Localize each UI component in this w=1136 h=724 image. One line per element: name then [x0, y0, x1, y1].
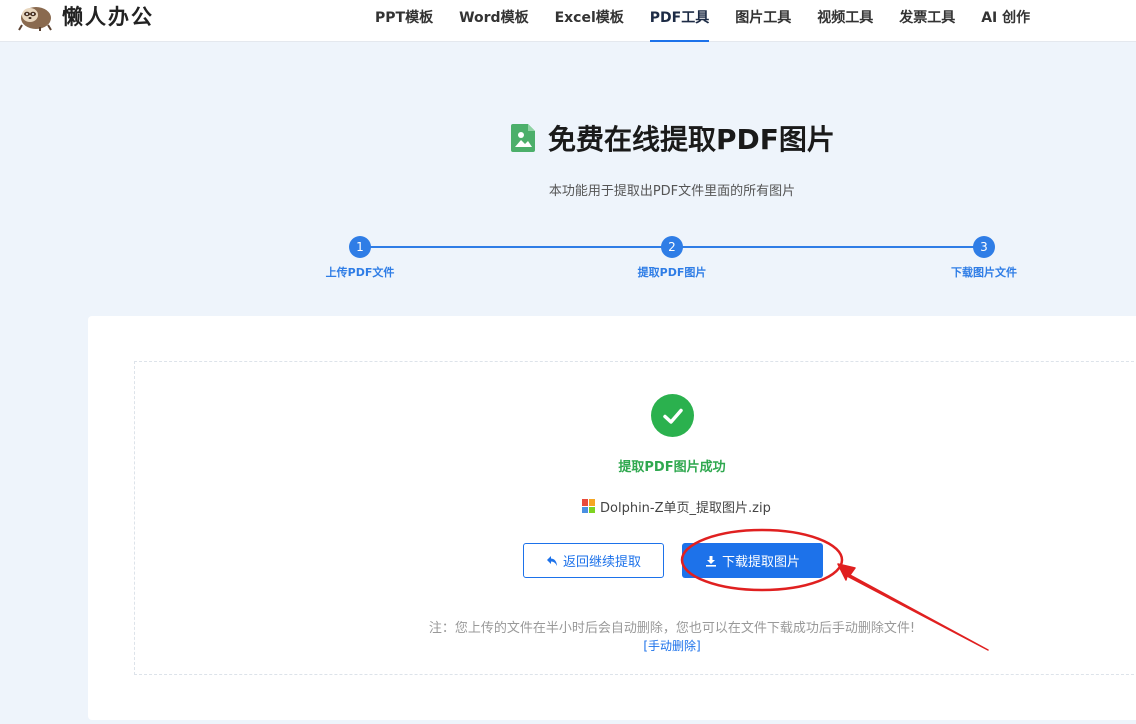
nav-word-templates[interactable]: Word模板 [446, 0, 542, 42]
sloth-logo-icon [18, 7, 52, 31]
image-document-icon [511, 124, 535, 152]
result-file: Dolphin-Z单页_提取图片.zip [582, 497, 771, 516]
step-2-label: 提取PDF图片 [637, 266, 707, 279]
download-images-label: 下载提取图片 [721, 555, 800, 570]
nav-image-tools[interactable]: 图片工具 [722, 0, 804, 42]
step-3-dot: 3 [973, 236, 995, 258]
main-nav: PPT模板 Word模板 Excel模板 PDF工具 图片工具 视频工具 发票工… [362, 0, 1043, 42]
step-1-dot: 1 [349, 236, 371, 258]
page-subtitle: 本功能用于提取出PDF文件里面的所有图片 [548, 184, 796, 199]
download-images-button[interactable]: 下载提取图片 [682, 543, 823, 578]
zip-file-icon [582, 499, 595, 513]
brand-logo[interactable]: 懒人办公 [16, 0, 154, 32]
back-continue-button[interactable]: 返回继续提取 [523, 543, 664, 578]
back-continue-label: 返回继续提取 [562, 555, 641, 570]
page-title: 免费在线提取PDF图片 [548, 123, 835, 156]
nav-ppt-templates[interactable]: PPT模板 [362, 0, 446, 42]
top-navigation-bar: 懒人办公 PPT模板 Word模板 Excel模板 PDF工具 图片工具 视频工… [0, 0, 1136, 42]
auto-delete-note: 注：您上传的文件在半小时后会自动删除，您也可以在文件下载成功后手动删除文件! [428, 621, 916, 636]
manual-delete-link[interactable]: [手动删除] [0, 637, 1136, 654]
nav-pdf-tools[interactable]: PDF工具 [637, 0, 722, 42]
brand-name: 懒人办公 [62, 5, 154, 29]
nav-excel-templates[interactable]: Excel模板 [542, 0, 637, 42]
undo-arrow-icon [546, 555, 557, 566]
nav-invoice-tools[interactable]: 发票工具 [886, 0, 968, 42]
nav-ai-create[interactable]: AI 创作 [968, 0, 1043, 42]
step-3-label: 下载图片文件 [951, 266, 1017, 279]
success-message: 提取PDF图片成功 [618, 460, 726, 475]
download-icon [705, 555, 716, 567]
success-check-icon [651, 394, 694, 437]
step-1-label: 上传PDF文件 [325, 266, 395, 279]
result-file-name: Dolphin-Z单页_提取图片.zip [600, 500, 771, 516]
nav-video-tools[interactable]: 视频工具 [804, 0, 886, 42]
step-2-dot: 2 [661, 236, 683, 258]
page-title-row: 免费在线提取PDF图片 [510, 118, 835, 158]
